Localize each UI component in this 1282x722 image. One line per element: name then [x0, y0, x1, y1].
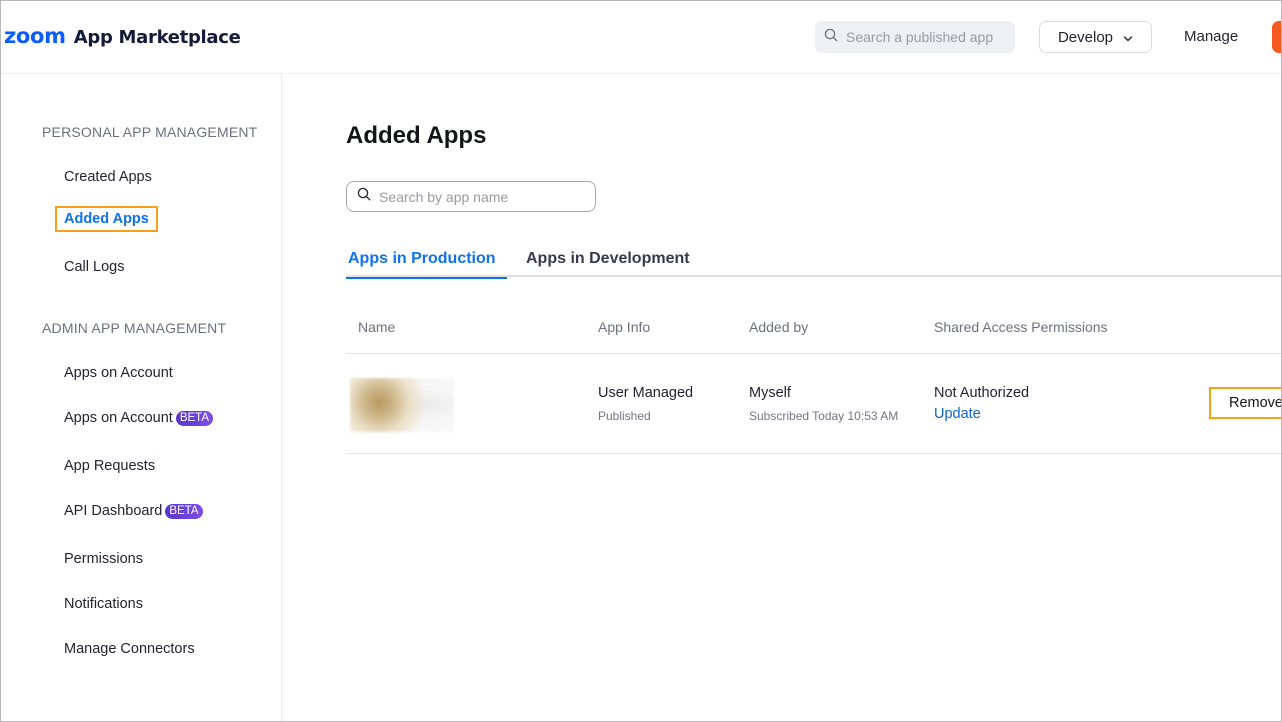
column-header-shared-access: Shared Access Permissions — [934, 319, 1108, 335]
page-title: Added Apps — [346, 122, 487, 149]
sidebar-item-added-apps[interactable]: Added Apps — [55, 206, 158, 232]
personal-section-title: PERSONAL APP MANAGEMENT — [42, 124, 258, 140]
global-search[interactable] — [815, 21, 1016, 53]
tab-bar: Apps in Production Apps in Development — [346, 250, 1282, 279]
app-search-input[interactable] — [379, 188, 579, 205]
sidebar-item-app-requests[interactable]: App Requests — [64, 458, 155, 474]
sidebar-item-manage-connectors[interactable]: Manage Connectors — [64, 641, 195, 657]
chevron-down-icon — [1123, 29, 1133, 46]
develop-dropdown[interactable]: Develop — [1039, 21, 1152, 53]
primary-cta-button[interactable] — [1272, 21, 1282, 53]
search-icon — [824, 28, 838, 47]
column-header-app-info: App Info — [598, 319, 651, 335]
logo-text: App Marketplace — [73, 27, 241, 48]
app-info-type: User Managed — [598, 385, 694, 401]
sidebar-item-permissions[interactable]: Permissions — [64, 551, 143, 567]
column-header-added-by: Added by — [749, 319, 809, 335]
column-header-name: Name — [358, 319, 396, 335]
beta-badge: BETA — [165, 503, 203, 519]
global-search-input[interactable] — [846, 29, 1016, 45]
sidebar-item-label: Apps on Account — [64, 410, 173, 426]
sidebar-item-created-apps[interactable]: Created Apps — [64, 169, 152, 185]
main-content: Added Apps Apps in Production Apps in De… — [283, 74, 1282, 722]
sidebar: PERSONAL APP MANAGEMENT Created Apps Add… — [0, 74, 282, 722]
marketplace-logo[interactable]: zoom App Marketplace — [4, 24, 241, 48]
table-row: User Managed Published Myself Subscribed… — [346, 354, 1282, 454]
remove-button[interactable]: Remove — [1209, 387, 1282, 419]
tab-apps-in-production[interactable]: Apps in Production — [346, 250, 507, 279]
sidebar-item-notifications[interactable]: Notifications — [64, 596, 143, 612]
app-info-status: Published — [598, 409, 651, 423]
beta-badge: BETA — [175, 410, 214, 426]
sidebar-item-api-dashboard[interactable]: API Dashboard BETA — [64, 503, 203, 519]
manage-link[interactable]: Manage — [1184, 28, 1238, 45]
update-permission-link[interactable]: Update — [934, 406, 981, 422]
app-search[interactable] — [346, 181, 596, 212]
table-header: Name App Info Added by Shared Access Per… — [346, 302, 1282, 354]
subscribed-timestamp: Subscribed Today 10:53 AM — [749, 409, 899, 423]
sidebar-item-apps-on-account-beta[interactable]: Apps on Account BETA — [64, 410, 214, 426]
zoom-logo: zoom — [4, 24, 66, 48]
added-by-value: Myself — [749, 385, 791, 401]
admin-section-title: ADMIN APP MANAGEMENT — [42, 320, 227, 336]
app-icon-blurred[interactable] — [350, 378, 454, 432]
tab-apps-in-development[interactable]: Apps in Development — [524, 250, 692, 277]
search-icon — [357, 187, 371, 206]
sidebar-item-call-logs[interactable]: Call Logs — [64, 259, 124, 275]
permission-status: Not Authorized — [934, 385, 1030, 401]
develop-label: Develop — [1057, 28, 1114, 46]
sidebar-item-label: API Dashboard — [64, 503, 163, 519]
sidebar-item-apps-on-account[interactable]: Apps on Account — [64, 365, 173, 381]
top-header: zoom App Marketplace Develop Manage — [0, 0, 1282, 74]
